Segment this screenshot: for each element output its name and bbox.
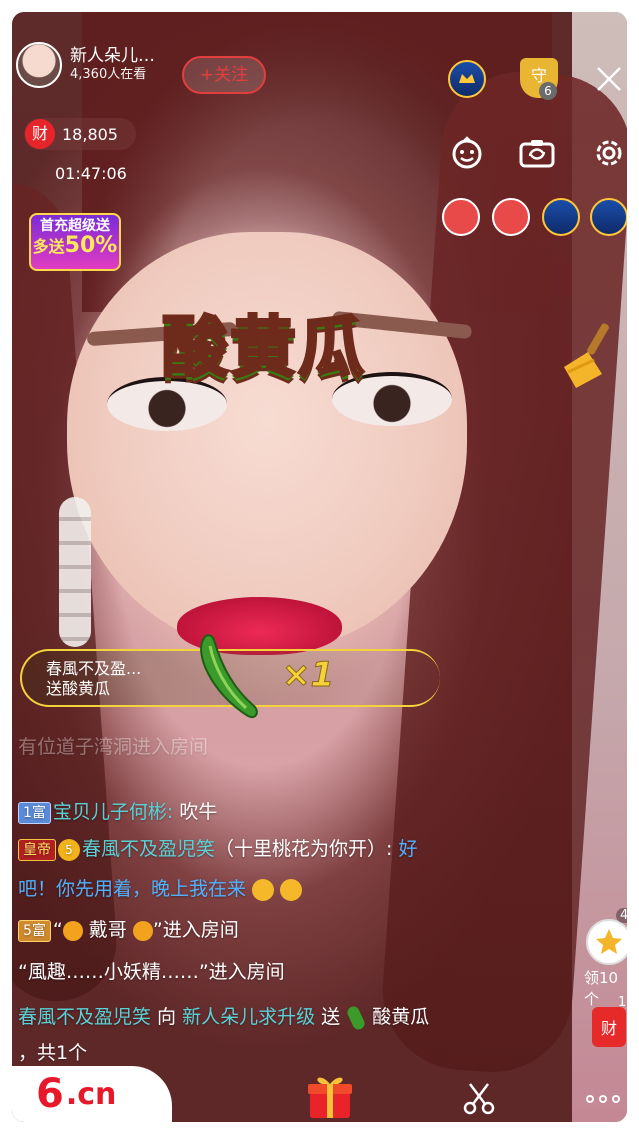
rank-badge-icon[interactable] xyxy=(448,60,486,98)
promo-prefix: 多送 xyxy=(32,237,65,256)
6cn-logo[interactable]: 6 .cn xyxy=(36,1072,116,1116)
fan-avatar[interactable] xyxy=(442,198,480,236)
chat-text: ”进入房间 xyxy=(152,919,239,941)
smile-emoji-icon xyxy=(252,878,275,901)
chat-username[interactable]: 宝贝儿子何彬: xyxy=(53,801,173,823)
scissors-icon[interactable] xyxy=(462,1082,496,1120)
chat-target[interactable]: 新人朵儿求升级 xyxy=(182,1006,315,1028)
cucumber-icon xyxy=(345,1004,367,1031)
wealth-button[interactable]: 财 xyxy=(592,1007,626,1047)
host-name: 新人朵儿… xyxy=(70,46,155,66)
close-icon[interactable] xyxy=(590,60,627,98)
guard-count: 6 xyxy=(539,82,557,100)
live-stream-screen: 新人朵儿… 4,360人在看 +关注 财 18,805 01:47:06 首充超… xyxy=(12,12,627,1122)
wealth-value: 18,805 xyxy=(62,124,118,144)
follow-button[interactable]: +关注 xyxy=(182,56,266,94)
host-info[interactable]: 新人朵儿… 4,360人在看 xyxy=(16,40,176,90)
task-count: 40 xyxy=(616,908,627,923)
beauty-face-icon[interactable] xyxy=(448,134,486,172)
chat-username[interactable]: 戴哥 xyxy=(83,919,133,941)
chat-highlight: 好 xyxy=(398,838,418,860)
tiger-icon xyxy=(132,920,153,941)
chat-message-continued: ，共1个 xyxy=(18,1042,88,1064)
wealth-level-badge: 1富 xyxy=(18,801,51,824)
fan-avatar[interactable] xyxy=(492,198,530,236)
quote-open: “ xyxy=(52,919,63,941)
pickle-sticker: 酸黄瓜 xyxy=(161,308,366,388)
earring xyxy=(59,497,91,647)
chat-message: 春風不及盈児笑 向 新人朵儿求升级 送 酸黄瓜 xyxy=(18,1002,430,1031)
smile-emoji-icon xyxy=(280,878,303,901)
chat-text: 吹牛 xyxy=(173,801,218,823)
stream-timer: 01:47:06 xyxy=(55,164,127,183)
host-avatar[interactable] xyxy=(16,42,62,88)
emperor-badge: 皇帝 xyxy=(18,838,56,861)
chat-message: 5富 “ 戴哥 ”进入房间 xyxy=(18,915,239,942)
chat-message: 1富 宝贝儿子何彬: 吹牛 xyxy=(18,797,217,824)
cucumber-gift-icon xyxy=(192,632,262,726)
switch-camera-icon[interactable] xyxy=(518,134,556,172)
chat-message-continued: 吧！你先用着，晚上我在来 xyxy=(18,874,303,901)
logo-cn: .cn xyxy=(65,1076,117,1112)
task-star-button[interactable] xyxy=(586,919,627,965)
chat-text: 吧！你先用着，晚上我在来 xyxy=(18,878,247,900)
chat-text: 送 xyxy=(315,1006,347,1028)
wealth-icon: 财 xyxy=(25,119,55,149)
gift-action: 送酸黄瓜 xyxy=(46,679,111,698)
gift-sender: 春風不及盈... xyxy=(46,659,142,678)
chat-message: 皇帝 5 春風不及盈児笑（十里桃花为你开）: 好 xyxy=(18,834,417,861)
fan-avatar[interactable] xyxy=(590,198,627,236)
viewer-count: 4,360人在看 xyxy=(70,67,147,82)
star-level-badge: 5 xyxy=(58,838,80,861)
wealth-count: 10 xyxy=(618,995,627,1010)
chat-username[interactable]: 春風不及盈児笑 xyxy=(18,1006,151,1028)
tiger-icon xyxy=(62,920,83,941)
chat-text: 向 xyxy=(151,1006,183,1028)
fan-avatar[interactable] xyxy=(542,198,580,236)
gift-box-icon[interactable] xyxy=(306,1072,354,1122)
logo-six: 6 xyxy=(36,1071,64,1117)
promo-value: 50% xyxy=(64,233,118,258)
settings-gear-icon[interactable] xyxy=(590,134,627,172)
chat-message: “風趣……小妖精……”进入房间 xyxy=(18,961,285,983)
wealth-level-badge: 5富 xyxy=(18,919,51,942)
first-recharge-promo[interactable]: 首充超级送 多送50% xyxy=(29,213,121,271)
more-options-icon[interactable] xyxy=(586,1095,620,1103)
gift-multiplier: ×1 xyxy=(281,655,335,696)
broom-icon[interactable] xyxy=(558,322,618,396)
chat-username[interactable]: 春風不及盈児笑 xyxy=(82,838,215,860)
wealth-pill[interactable]: 财 18,805 xyxy=(24,118,136,150)
chat-gift-name: 酸黄瓜 xyxy=(366,1006,430,1028)
promo-line2: 多送50% xyxy=(31,235,119,258)
chat-text: （十里桃花为你开）: xyxy=(215,838,399,860)
chat-message: 有位道子湾洞进入房间 xyxy=(18,736,209,758)
